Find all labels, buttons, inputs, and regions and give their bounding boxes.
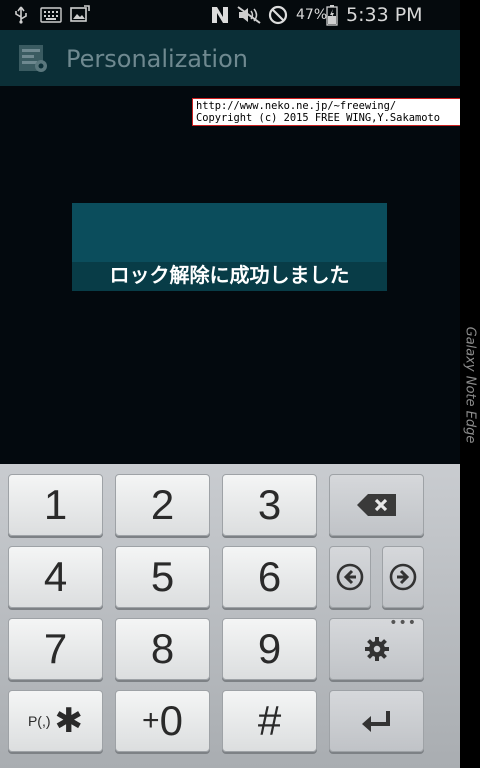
- key-7-label: 7: [43, 625, 68, 672]
- copyright-overlay: http://www.neko.ne.jp/~freewing/ Copyrig…: [192, 98, 467, 126]
- hash-key[interactable]: #: [222, 690, 317, 752]
- key-3[interactable]: 3: [222, 474, 317, 536]
- key-1-label: 1: [43, 481, 68, 528]
- status-bar: 47% 5:33 PM: [0, 0, 460, 30]
- key-0[interactable]: + 0: [115, 690, 210, 752]
- key-5-label: 5: [150, 553, 175, 600]
- plus-label: +: [142, 704, 160, 737]
- arrow-left-icon: [336, 563, 364, 591]
- keyboard-icon: [40, 7, 62, 23]
- gallery-icon: [70, 5, 90, 22]
- app-settings-icon[interactable]: [16, 42, 48, 74]
- key-6-label: 6: [257, 553, 282, 600]
- overlay-copyright: Copyright (c) 2015 FREE WING,Y.Sakamoto: [196, 112, 440, 124]
- key-9[interactable]: 9: [222, 618, 317, 680]
- block-icon: [268, 5, 288, 25]
- backspace-icon: [356, 494, 396, 516]
- star-label: ✱: [54, 702, 84, 740]
- hash-label: #: [257, 697, 282, 744]
- key-8[interactable]: 8: [115, 618, 210, 680]
- app-title: Personalization: [66, 45, 248, 73]
- key-7[interactable]: 7: [8, 618, 103, 680]
- pause-star-key[interactable]: P(,) ✱: [8, 690, 103, 752]
- enter-icon: [361, 711, 390, 732]
- key-9-label: 9: [257, 625, 282, 672]
- key-6[interactable]: 6: [222, 546, 317, 608]
- key-2[interactable]: 2: [115, 474, 210, 536]
- more-dots: •••: [389, 615, 417, 631]
- gear-icon: [364, 637, 389, 661]
- backspace-key[interactable]: [329, 474, 424, 536]
- usb-icon: [15, 6, 27, 24]
- dialog-message: ロック解除に成功しました: [109, 263, 350, 287]
- pause-label: P(,): [27, 713, 51, 729]
- battery-percent: 47%: [296, 7, 328, 23]
- cursor-left-key[interactable]: [329, 546, 371, 608]
- unlock-dialog: ロック解除に成功しました: [72, 203, 387, 291]
- key-8-label: 8: [150, 625, 175, 672]
- cursor-right-key[interactable]: [382, 546, 424, 608]
- screen: 47% 5:33 PM Personalization http://www.n…: [0, 0, 467, 768]
- clock: 5:33 PM: [346, 4, 423, 26]
- key-4[interactable]: 4: [8, 546, 103, 608]
- arrow-right-icon: [389, 563, 417, 591]
- action-bar: Personalization: [0, 30, 460, 86]
- key-2-label: 2: [150, 481, 175, 528]
- zero-label: 0: [159, 697, 183, 744]
- key-1[interactable]: 1: [8, 474, 103, 536]
- key-5[interactable]: 5: [115, 546, 210, 608]
- enter-key[interactable]: [329, 690, 424, 752]
- nfc-icon: [212, 7, 228, 23]
- battery-icon: [326, 5, 338, 26]
- key-3-label: 3: [257, 481, 282, 528]
- overlay-url: http://www.neko.ne.jp/~freewing/: [196, 100, 397, 112]
- settings-key[interactable]: •••: [329, 615, 424, 680]
- mute-icon: [237, 6, 261, 24]
- edge-label: Galaxy Note Edge: [462, 326, 478, 444]
- key-4-label: 4: [43, 553, 68, 600]
- numeric-keypad: 1 2 3 4 5 6 7 8 9 ••• P(,) ✱ + 0 #: [0, 464, 460, 768]
